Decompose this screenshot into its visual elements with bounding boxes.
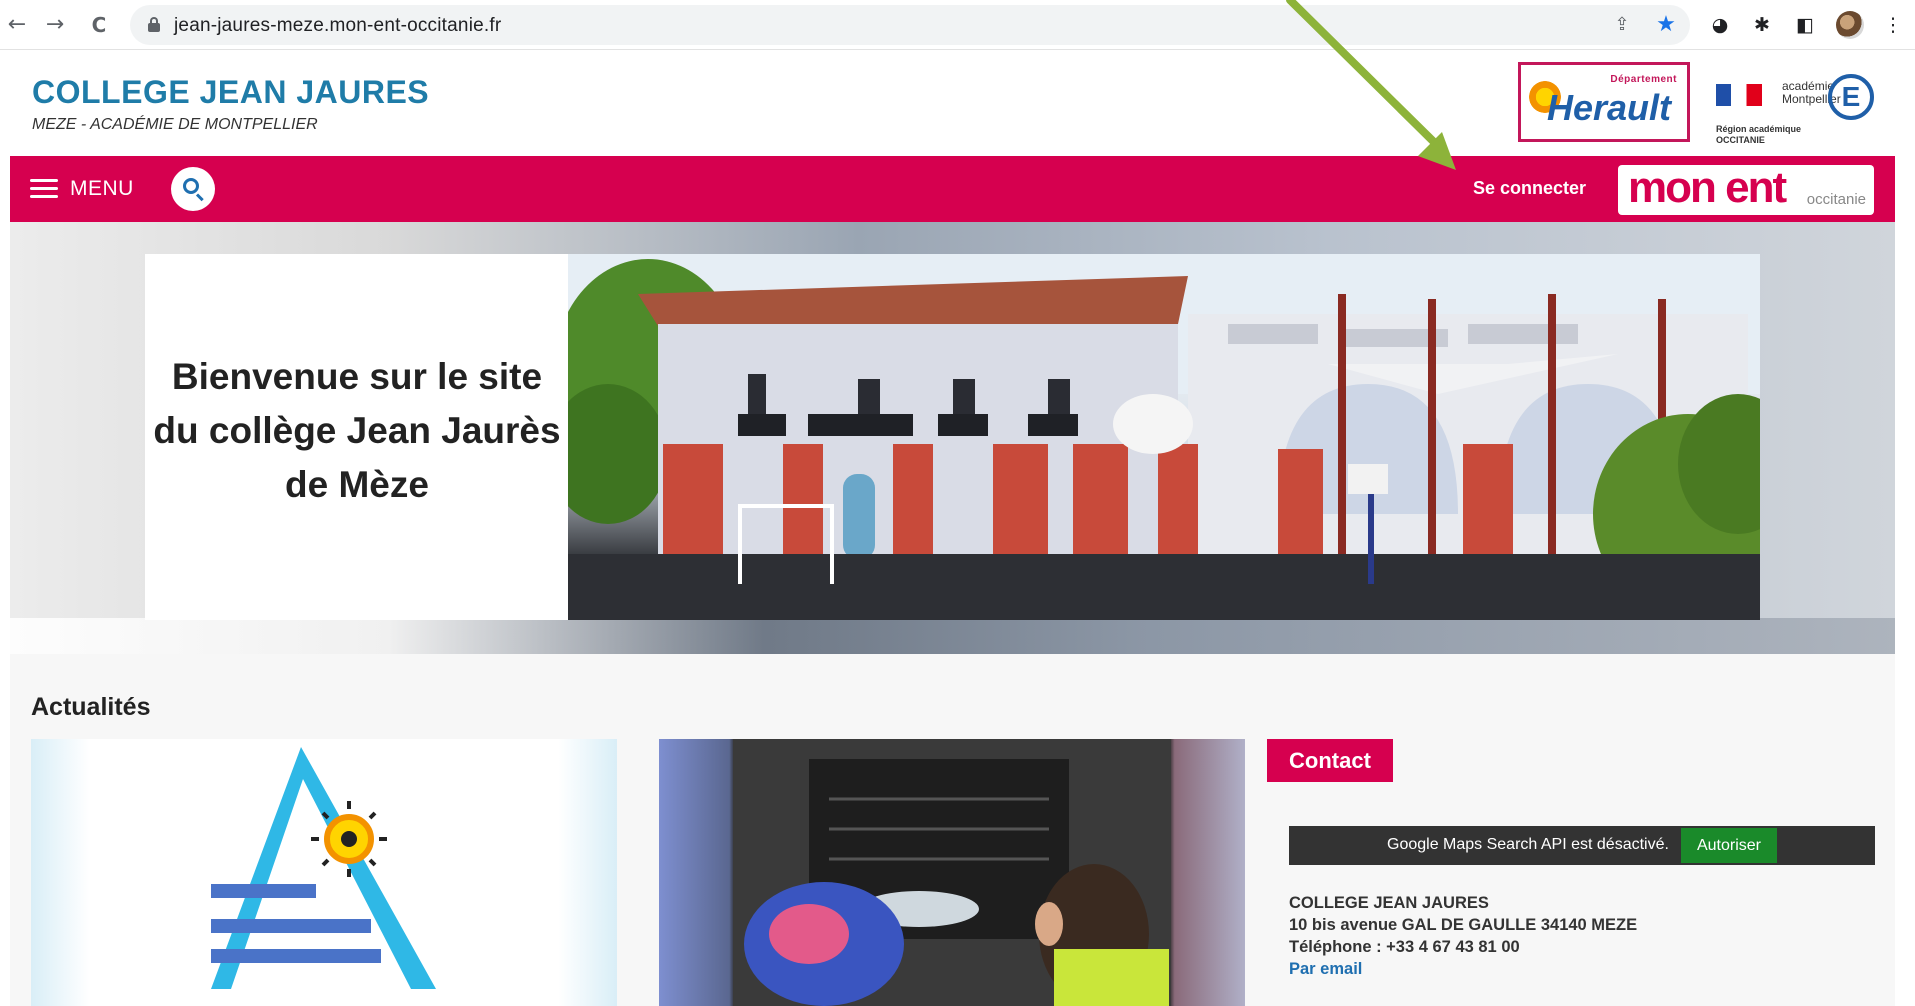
login-link[interactable]: Se connecter — [1473, 178, 1586, 199]
browser-toolbar: ← → C jean-jaures-meze.mon-ent-occitanie… — [0, 0, 1915, 50]
welcome-text: Bienvenue sur le site du collège Jean Ja… — [153, 356, 561, 505]
annotation-arrow — [1286, 0, 1456, 170]
main-content: Actualités Contact Google Maps Search AP… — [10, 654, 1895, 1006]
side-panel-icon[interactable]: ◧ — [1792, 12, 1818, 38]
back-icon[interactable]: ← — [2, 10, 32, 40]
region-academique-label: Région académique — [1716, 124, 1802, 134]
academie-e-icon: E — [1828, 74, 1874, 120]
mon-ent-logo-sub: occitanie — [1806, 191, 1866, 208]
herault-department-logo[interactable]: Département Herault — [1518, 62, 1690, 142]
mon-ent-logo[interactable]: mon ent occitanie — [1618, 163, 1874, 215]
college-logo-image — [161, 739, 491, 1006]
main-navbar: MENU Se connecter mon ent occitanie — [10, 156, 1895, 222]
news-card[interactable] — [31, 739, 617, 1006]
french-flag-icon — [1716, 84, 1762, 106]
menu-button[interactable]: MENU — [30, 172, 134, 206]
forward-icon[interactable]: → — [40, 10, 70, 40]
herault-logo-name: Herault — [1547, 87, 1672, 128]
school-building-photo — [568, 254, 1760, 620]
site-subtitle: MEZE - ACADÉMIE DE MONTPELLIER — [32, 116, 318, 133]
site-header: COLLEGE JEAN JAURES MEZE - ACADÉMIE DE M… — [10, 50, 1895, 156]
browser-menu-icon[interactable]: ⋮ — [1880, 12, 1906, 38]
academie-montpellier-logo[interactable]: académie Montpellier E Région académique… — [1714, 64, 1884, 150]
contact-email-link[interactable]: Par email — [1289, 958, 1637, 980]
extensions-icon[interactable]: ✱ — [1749, 12, 1775, 38]
menu-label: MENU — [70, 177, 134, 200]
site-title[interactable]: COLLEGE JEAN JAURES — [32, 74, 429, 111]
authorize-maps-button[interactable]: Autoriser — [1681, 828, 1777, 863]
contact-street: 10 bis avenue GAL DE GAULLE 34140 MEZE — [1289, 916, 1638, 934]
maps-disabled-text: Google Maps Search API est désactivé. — [1387, 836, 1669, 853]
news-section-title: Actualités — [31, 693, 151, 721]
hero-banner: Bienvenue sur le site du collège Jean Ja… — [10, 222, 1895, 654]
contact-heading: Contact — [1267, 739, 1393, 782]
occitanie-label: OCCITANIE — [1716, 135, 1765, 145]
extension-puzzle-icon[interactable]: ◕ — [1707, 12, 1733, 38]
contact-address: COLLEGE JEAN JAURES 10 bis avenue GAL DE… — [1289, 892, 1637, 980]
bookmark-star-icon[interactable]: ★ — [1654, 13, 1678, 37]
school-building-illustration — [568, 254, 1760, 620]
url-text[interactable]: jean-jaures-meze.mon-ent-occitanie.fr — [174, 15, 501, 37]
contact-name: COLLEGE JEAN JAURES — [1289, 894, 1489, 912]
lock-icon[interactable] — [148, 17, 160, 32]
reload-icon[interactable]: C — [84, 10, 114, 40]
herault-logo-dept: Département — [1610, 74, 1677, 85]
search-button[interactable] — [171, 167, 215, 211]
profile-avatar[interactable] — [1836, 11, 1864, 39]
recycling-photo — [733, 739, 1171, 1006]
news-card[interactable] — [659, 739, 1245, 1006]
search-icon — [183, 178, 199, 194]
contact-phone: Téléphone : +33 4 67 43 81 00 — [1289, 938, 1520, 956]
mon-ent-logo-main: mon ent — [1628, 163, 1787, 212]
hamburger-icon — [30, 179, 58, 199]
google-maps-notice: Google Maps Search API est désactivé. Au… — [1289, 826, 1875, 865]
share-icon[interactable]: ⇪ — [1610, 13, 1634, 37]
